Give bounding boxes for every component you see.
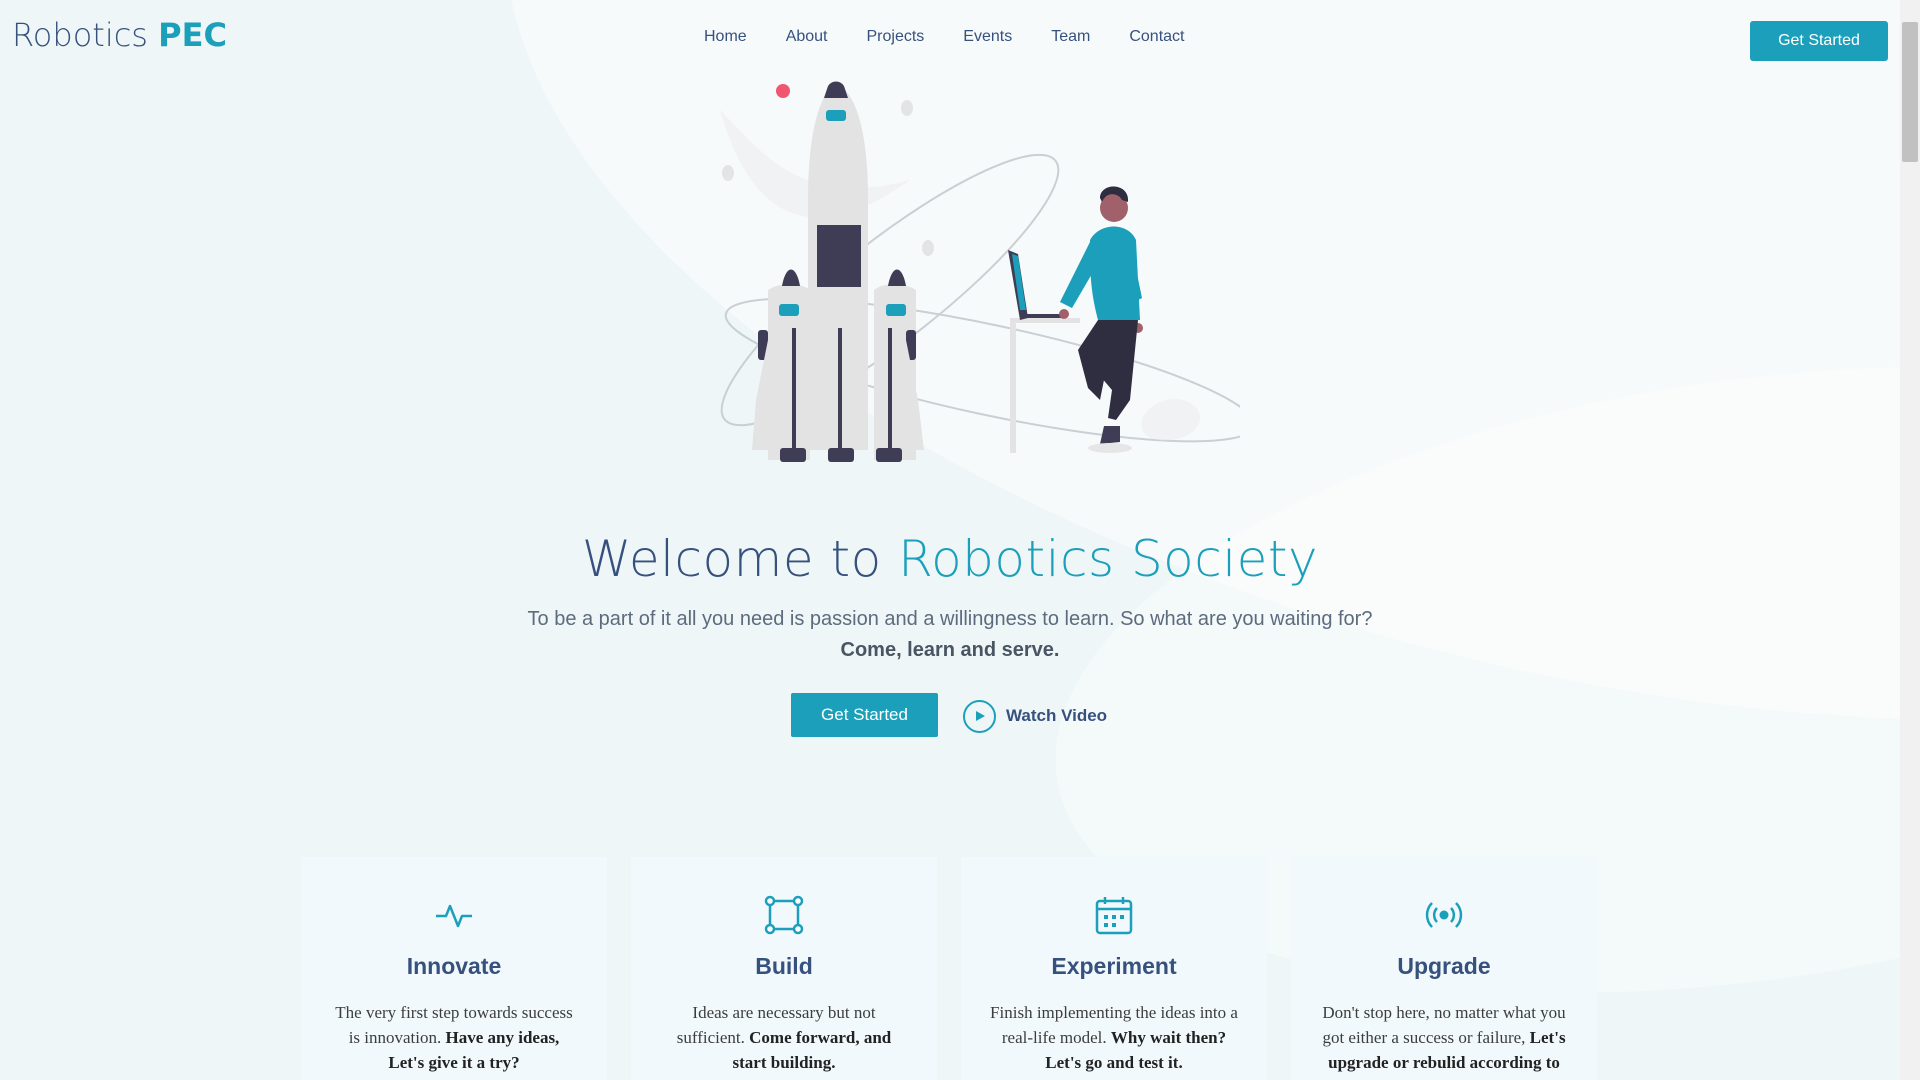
feature-title: Upgrade bbox=[1397, 953, 1491, 979]
vector-square-icon bbox=[631, 895, 937, 935]
site-logo[interactable]: Robotics PEC bbox=[12, 16, 227, 54]
feature-card-experiment: Experiment Finish implementing the ideas… bbox=[961, 857, 1267, 1080]
header-get-started-button[interactable]: Get Started bbox=[1750, 21, 1888, 61]
nav-team[interactable]: Team bbox=[1051, 28, 1090, 46]
main-nav: Home About Projects Events Team Contact bbox=[704, 28, 1223, 46]
calendar-icon bbox=[961, 895, 1267, 935]
nav-about[interactable]: About bbox=[786, 28, 828, 46]
feature-text: The very first step towards success is i… bbox=[335, 1003, 573, 1072]
nav-events[interactable]: Events bbox=[963, 28, 1012, 46]
hero-title: Welcome to Robotics Society bbox=[581, 530, 1319, 588]
scrollbar-thumb[interactable] bbox=[1902, 22, 1918, 162]
broadcast-icon bbox=[1291, 895, 1597, 935]
feature-card-build: Build Ideas are necessary but not suffic… bbox=[631, 857, 937, 1080]
nav-contact[interactable]: Contact bbox=[1129, 28, 1184, 46]
feature-text: Don't stop here, no matter what you got … bbox=[1322, 1003, 1566, 1080]
nav-home[interactable]: Home bbox=[704, 28, 747, 46]
activity-icon bbox=[301, 895, 607, 935]
hero-subtitle-bold: Come, learn and serve. bbox=[840, 639, 1060, 661]
watch-video-label: Watch Video bbox=[1006, 706, 1108, 725]
hero-get-started-button[interactable]: Get Started bbox=[791, 693, 938, 737]
hero-subtitle: To be a part of it all you need is passi… bbox=[527, 608, 1373, 661]
watch-video-button[interactable]: Watch Video bbox=[963, 698, 1107, 734]
hero-title-accent: Robotics Society bbox=[898, 530, 1319, 588]
hero-illustration bbox=[720, 81, 1240, 462]
feature-title: Innovate bbox=[406, 953, 502, 979]
feature-text: Ideas are necessary but not sufficient. … bbox=[676, 1003, 892, 1072]
site-header: Robotics PEC Home About Projects Events … bbox=[0, 0, 1900, 80]
nav-projects[interactable]: Projects bbox=[867, 28, 925, 46]
feature-card-innovate: Innovate The very first step towards suc… bbox=[301, 857, 607, 1080]
feature-title: Build bbox=[755, 953, 813, 979]
feature-title: Experiment bbox=[1051, 953, 1177, 979]
page-scrollbar[interactable] bbox=[1900, 0, 1920, 1080]
play-icon bbox=[963, 699, 996, 733]
feature-card-upgrade: Upgrade Don't stop here, no matter what … bbox=[1291, 857, 1597, 1080]
feature-text: Finish implementing the ideas into a rea… bbox=[990, 1003, 1238, 1072]
features-section: Innovate The very first step towards suc… bbox=[301, 857, 1597, 1080]
